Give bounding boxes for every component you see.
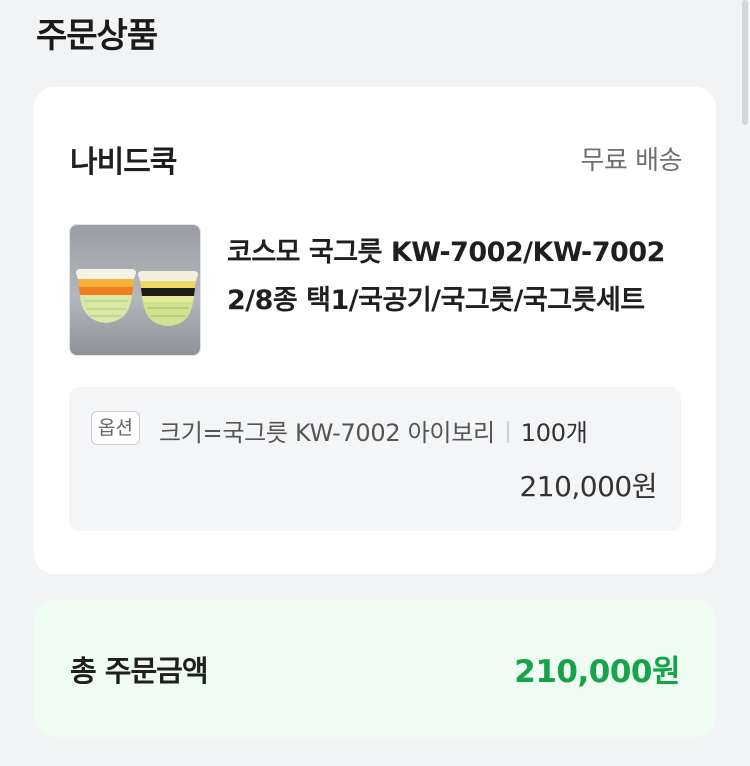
- total-label: 총 주문금액: [70, 654, 208, 688]
- total-value: 210,000원: [514, 654, 680, 690]
- product-name[interactable]: 코스모 국그릇 KW-7002/KW-70022/8종 택1/국공기/국그릇/국…: [227, 229, 687, 325]
- scrollbar[interactable]: [740, 0, 750, 766]
- product-image-icon: [70, 225, 200, 355]
- seller-name[interactable]: 나비드쿡: [70, 137, 177, 181]
- product-thumbnail[interactable]: [69, 224, 201, 356]
- option-price: 210,000원: [519, 470, 657, 503]
- section-title: 주문상품: [36, 16, 158, 56]
- scrollbar-thumb[interactable]: [742, 0, 748, 125]
- total-card: 총 주문금액 210,000원: [34, 600, 716, 737]
- order-item-card: 나비드쿡 무료 배송 코스모 국그릇 KW-7002/KW-70022/8종 택…: [34, 87, 716, 574]
- option-info: 크기=국그릇 KW-7002 아이보리 100개: [159, 413, 588, 448]
- option-box: 옵션 크기=국그릇 KW-7002 아이보리 100개 210,000원: [69, 387, 681, 531]
- shipping-label: 무료 배송: [580, 146, 683, 176]
- option-quantity: 100개: [520, 419, 588, 447]
- option-badge: 옵션: [91, 411, 140, 445]
- option-text: 크기=국그릇 KW-7002 아이보리: [159, 419, 495, 447]
- option-divider: [506, 421, 509, 443]
